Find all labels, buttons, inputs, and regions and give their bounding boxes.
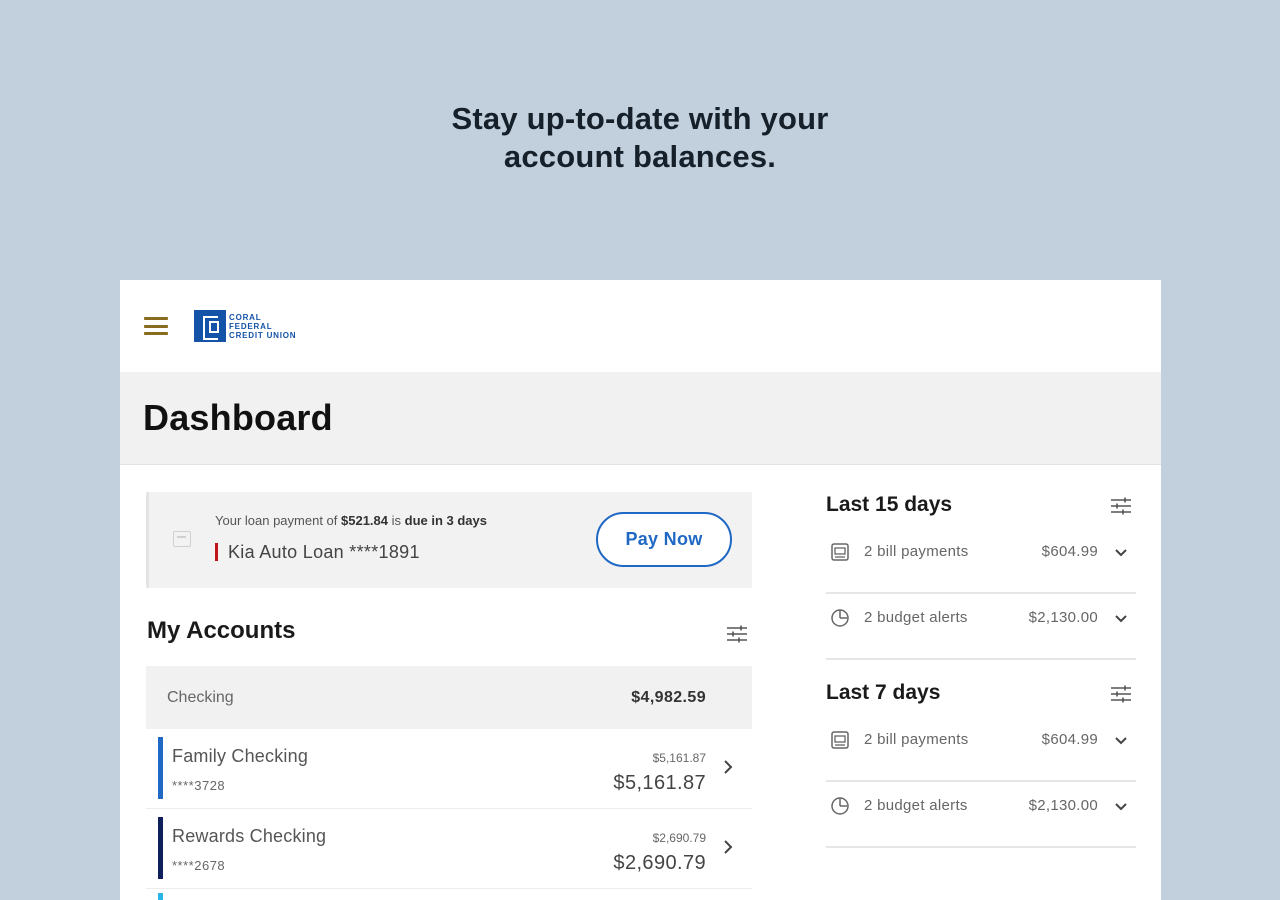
account-name: Family Checking bbox=[172, 746, 309, 766]
chevron-right-icon bbox=[722, 759, 734, 775]
brand-logo[interactable]: Coral Federal Credit Union bbox=[194, 310, 296, 342]
budget-alerts-row[interactable]: 2 budget alerts $2,130.00 bbox=[826, 782, 1136, 848]
loan-card-icon bbox=[173, 531, 191, 547]
logo-line-3: Credit Union bbox=[229, 330, 297, 340]
budget-icon bbox=[830, 796, 850, 816]
checking-group-header[interactable]: Checking $4,982.59 bbox=[146, 666, 752, 729]
loan-reminder-banner: Your loan payment of $521.84 is due in 3… bbox=[146, 492, 752, 588]
dashboard-content: Your loan payment of $521.84 is due in 3… bbox=[120, 465, 1161, 900]
account-row-family-checking[interactable]: Family Checking ****3728 $5,161.87 $5,16… bbox=[146, 729, 752, 809]
headline-line-1: Stay up-to-date with your bbox=[451, 101, 829, 136]
current-balance: $5,161.87 bbox=[613, 772, 706, 794]
activity-label: 2 budget alerts bbox=[864, 609, 968, 626]
activity-label: 2 budget alerts bbox=[864, 797, 968, 814]
activity-title: Last 7 days bbox=[826, 681, 941, 704]
group-label: Checking bbox=[167, 688, 234, 706]
bill-payments-row[interactable]: 2 bill payments $604.99 bbox=[826, 528, 1136, 594]
chevron-down-icon bbox=[1114, 802, 1128, 812]
my-accounts-title: My Accounts bbox=[147, 617, 296, 644]
activity-amount: $2,130.00 bbox=[1028, 609, 1098, 626]
headline-line-2: account balances. bbox=[503, 139, 777, 174]
bill-icon bbox=[830, 542, 850, 562]
budget-alerts-row[interactable]: 2 budget alerts $2,130.00 bbox=[826, 594, 1136, 660]
account-number: ****2678 bbox=[172, 858, 226, 873]
activity-amount: $604.99 bbox=[1041, 543, 1098, 560]
chevron-right-icon bbox=[722, 839, 734, 855]
title-bar: Dashboard bbox=[120, 372, 1161, 465]
activity-amount: $604.99 bbox=[1041, 731, 1098, 748]
logo-line-2: Federal bbox=[229, 321, 273, 331]
chevron-down-icon bbox=[1114, 614, 1128, 624]
activity-label: 2 bill payments bbox=[864, 543, 969, 560]
budget-icon bbox=[830, 608, 850, 628]
page-title: Dashboard bbox=[143, 397, 333, 438]
available-balance: $2,690.79 bbox=[652, 831, 706, 845]
group-total: $4,982.59 bbox=[631, 688, 706, 706]
bill-payments-row[interactable]: 2 bill payments $604.99 bbox=[826, 716, 1136, 782]
bill-icon bbox=[830, 730, 850, 750]
accounts-filter-icon[interactable] bbox=[726, 625, 748, 643]
account-row-rewards-checking[interactable]: Rewards Checking ****2678 $2,690.79 $2,6… bbox=[146, 809, 752, 889]
logo-wordmark: Coral Federal Credit Union bbox=[229, 313, 296, 340]
logo-line-1: Coral bbox=[229, 312, 262, 322]
loan-amount: $521.84 bbox=[341, 513, 388, 528]
account-color-bar bbox=[158, 817, 163, 879]
loan-due: due in 3 days bbox=[404, 513, 487, 528]
loan-account: Kia Auto Loan ****1891 bbox=[215, 543, 420, 561]
current-balance: $2,690.79 bbox=[613, 852, 706, 874]
activity-filter-icon[interactable] bbox=[1110, 497, 1132, 515]
chevron-down-icon bbox=[1114, 736, 1128, 746]
account-row-partial[interactable] bbox=[146, 891, 752, 900]
pay-now-button[interactable]: Pay Now bbox=[596, 512, 732, 567]
activity-amount: $2,130.00 bbox=[1028, 797, 1098, 814]
menu-icon[interactable] bbox=[144, 317, 168, 335]
activity-label: 2 bill payments bbox=[864, 731, 969, 748]
top-bar: Coral Federal Credit Union bbox=[120, 280, 1161, 372]
app-window: Coral Federal Credit Union Dashboard You… bbox=[120, 280, 1161, 900]
logo-mark-icon bbox=[194, 310, 226, 342]
account-name: Rewards Checking bbox=[172, 826, 327, 846]
account-color-bar bbox=[158, 737, 163, 799]
account-number: ****3728 bbox=[172, 778, 226, 793]
promo-headline: Stay up-to-date with your account balanc… bbox=[0, 100, 1280, 176]
activity-title: Last 15 days bbox=[826, 493, 953, 516]
chevron-down-icon bbox=[1114, 548, 1128, 558]
loan-message-mid: is bbox=[388, 513, 405, 528]
activity-filter-icon[interactable] bbox=[1110, 685, 1132, 703]
loan-message-prefix: Your loan payment of bbox=[215, 513, 341, 528]
available-balance: $5,161.87 bbox=[652, 751, 706, 765]
loan-message: Your loan payment of $521.84 is due in 3… bbox=[215, 513, 487, 528]
